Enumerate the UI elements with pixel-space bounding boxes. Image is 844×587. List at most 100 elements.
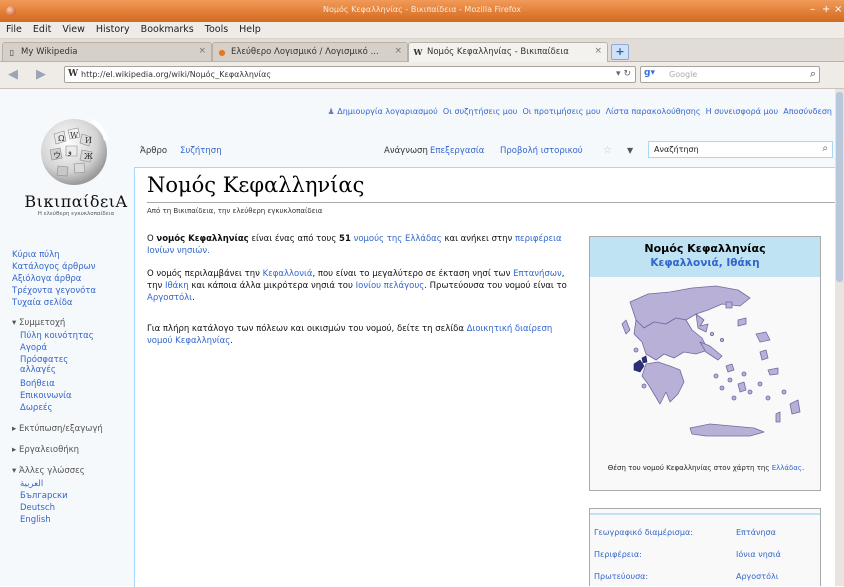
tab-article[interactable]: Άρθρο bbox=[140, 146, 167, 156]
map-corfu bbox=[621, 319, 631, 335]
close-tab-icon[interactable]: × bbox=[198, 46, 206, 56]
personal-link-preferences[interactable]: Οι προτιμήσεις μου bbox=[523, 107, 601, 116]
link-greece[interactable]: της Ελλάδας bbox=[387, 234, 442, 244]
sidebar-lang-english[interactable]: English bbox=[20, 515, 51, 525]
tab-kefallinia[interactable]: W Νομός Κεφαλληνίας - Βικιπαίδεια × bbox=[408, 42, 608, 62]
sidebar-item-help[interactable]: Βοήθεια bbox=[20, 379, 55, 389]
svg-text:ウ: ウ bbox=[53, 151, 61, 160]
map-rhodes bbox=[789, 399, 801, 415]
map-naxos bbox=[737, 381, 747, 393]
map-crete bbox=[689, 423, 765, 437]
link-ionian-sea[interactable]: Ιονίου πελάγους bbox=[356, 281, 425, 291]
search-bar[interactable]: g▾ Google ⌕ bbox=[640, 66, 820, 83]
bold-number: 51 bbox=[339, 234, 351, 244]
infobox-value-periphery[interactable]: Ιόνια νησιά bbox=[736, 550, 781, 559]
personal-link-watchlist[interactable]: Λίστα παρακολούθησης bbox=[606, 107, 701, 116]
map-island bbox=[765, 395, 771, 401]
infobox-label-capital[interactable]: Πρωτεύουσα: bbox=[594, 572, 648, 581]
infobox-header: Νομός Κεφαλληνίας Κεφαλλονιά, Ιθάκη bbox=[590, 237, 820, 277]
sidebar-item-random[interactable]: Τυχαία σελίδα bbox=[12, 298, 73, 308]
menu-tools[interactable]: Tools bbox=[199, 22, 233, 35]
menu-view[interactable]: View bbox=[56, 22, 90, 35]
minimize-icon[interactable]: – bbox=[810, 4, 815, 15]
user-icon: ♟ bbox=[327, 107, 335, 116]
map-island bbox=[757, 381, 763, 387]
sidebar-item-recent-changes[interactable]: Πρόσφατες αλλαγές bbox=[20, 355, 80, 375]
sidebar-section-print[interactable]: ▸ Εκτύπωση/εξαγωγή bbox=[12, 424, 103, 434]
infobox-label-periphery[interactable]: Περιφέρεια: bbox=[594, 550, 642, 559]
map-caption: Θέση του νομού Κεφαλληνίας στον χάρτη τη… bbox=[596, 463, 816, 474]
sidebar-section-label: Εργαλειοθήκη bbox=[18, 445, 80, 455]
reload-icon[interactable]: ↻ bbox=[623, 69, 631, 79]
close-tab-icon[interactable]: × bbox=[394, 46, 402, 56]
sidebar-item-contact[interactable]: Επικοινωνία bbox=[20, 391, 72, 401]
personal-link-contributions[interactable]: Η συνεισφορά μου bbox=[706, 107, 779, 116]
sidebar-section-languages[interactable]: ▾ Άλλες γλώσσες bbox=[12, 466, 85, 476]
link-ithaca[interactable]: Ιθάκη bbox=[165, 281, 189, 291]
search-icon[interactable]: ⌕ bbox=[822, 143, 828, 154]
link-argostoli[interactable]: Αργοστόλι bbox=[147, 293, 192, 303]
sidebar-lang-german[interactable]: Deutsch bbox=[20, 503, 55, 513]
forward-arrow-icon[interactable]: ▶ bbox=[36, 67, 46, 82]
link-eptanisa[interactable]: Επτανήσων bbox=[513, 269, 562, 279]
greece-locator-map[interactable] bbox=[600, 280, 812, 450]
search-icon[interactable]: ⌕ bbox=[810, 67, 816, 81]
link-prefectures[interactable]: νομούς bbox=[354, 234, 384, 244]
sidebar-section-interaction[interactable]: ▾ Συμμετοχή bbox=[12, 318, 65, 328]
personal-link-logout[interactable]: Αποσύνδεση bbox=[783, 107, 832, 116]
text: . bbox=[230, 336, 233, 346]
new-tab-icon[interactable]: + bbox=[611, 44, 629, 60]
tab-read[interactable]: Ανάγνωση bbox=[384, 146, 428, 156]
map-samos bbox=[767, 367, 779, 376]
text: . bbox=[802, 464, 805, 472]
sidebar-lang-bulgarian[interactable]: Български bbox=[20, 491, 68, 501]
tab-edit[interactable]: Επεξεργασία bbox=[430, 146, 484, 156]
close-window-icon[interactable]: × bbox=[834, 4, 842, 15]
map-island bbox=[719, 385, 725, 391]
window-title-bar: Νομός Κεφαλληνίας - Βικιπαίδεια - Mozill… bbox=[0, 0, 844, 22]
sidebar-item-village-pump[interactable]: Αγορά bbox=[20, 343, 47, 353]
infobox-value-region[interactable]: Επτάνησα bbox=[736, 528, 776, 537]
maximize-icon[interactable]: + bbox=[822, 4, 830, 15]
wiki-search-input[interactable]: Αναζήτηση ⌕ bbox=[648, 141, 833, 158]
paragraph-islands: Ο νομός περιλαμβάνει την Κεφαλλονιά, που… bbox=[147, 268, 579, 304]
watch-star-icon[interactable]: ☆ bbox=[603, 145, 612, 156]
tab-free-software[interactable]: ● Ελεύθερο Λογισμικό / Λογισμικό ... × bbox=[212, 42, 408, 61]
sidebar-item-featured[interactable]: Αξιόλογα άρθρα bbox=[12, 274, 81, 284]
scrollbar-thumb[interactable] bbox=[836, 92, 843, 282]
url-bar[interactable]: W http://el.wikipedia.org/wiki/Νομός_Κεφ… bbox=[64, 66, 636, 83]
close-tab-icon[interactable]: × bbox=[594, 46, 602, 56]
dropdown-arrow-icon[interactable]: ▾ bbox=[616, 69, 621, 79]
infobox-subtitle[interactable]: Κεφαλλονιά, Ιθάκη bbox=[590, 257, 820, 269]
back-arrow-icon[interactable]: ◀ bbox=[8, 67, 18, 82]
sidebar-section-toolbox[interactable]: ▸ Εργαλειοθήκη bbox=[12, 445, 79, 455]
menu-bookmarks[interactable]: Bookmarks bbox=[135, 22, 199, 35]
tab-label: Ελεύθερο Λογισμικό / Λογισμικό ... bbox=[231, 47, 379, 57]
menu-help[interactable]: Help bbox=[233, 22, 266, 35]
sidebar-item-main-page[interactable]: Κύρια πύλη bbox=[12, 250, 60, 260]
wikipedia-globe-logo[interactable]: Ω WИ ﻭウ Ж bbox=[32, 112, 116, 188]
google-icon[interactable]: g▾ bbox=[644, 68, 655, 78]
menu-file[interactable]: File bbox=[0, 22, 27, 35]
sidebar-item-donations[interactable]: Δωρεές bbox=[20, 403, 53, 413]
map-island bbox=[731, 395, 737, 401]
tab-talk[interactable]: Συζήτηση bbox=[180, 146, 222, 156]
sidebar-item-index[interactable]: Κατάλογος άρθρων bbox=[12, 262, 96, 272]
link-kefalonia[interactable]: Κεφαλλονιά bbox=[263, 269, 313, 279]
tab-history[interactable]: Προβολή ιστορικού bbox=[500, 146, 583, 156]
menu-history[interactable]: History bbox=[90, 22, 135, 35]
infobox-label-region[interactable]: Γεωγραφικό διαμέρισμα: bbox=[594, 528, 693, 537]
sidebar-lang-arabic[interactable]: العربية bbox=[20, 479, 43, 489]
personal-link-create-account[interactable]: Δημιουργία λογαριασμού bbox=[337, 107, 438, 116]
more-dropdown-icon[interactable]: ▼ bbox=[627, 146, 633, 155]
wikipedia-w-icon: W bbox=[68, 69, 79, 79]
tab-my-wikipedia[interactable]: ▯ My Wikipedia × bbox=[2, 42, 212, 61]
menu-edit[interactable]: Edit bbox=[27, 22, 56, 35]
sidebar-item-current-events[interactable]: Τρέχοντα γεγονότα bbox=[12, 286, 96, 296]
sidebar-item-portal[interactable]: Πύλη κοινότητας bbox=[20, 331, 94, 341]
map-island bbox=[781, 389, 787, 395]
personal-link-talk[interactable]: Οι συζητήσεις μου bbox=[443, 107, 518, 116]
link-greece[interactable]: Ελλάδας bbox=[772, 464, 802, 472]
infobox-value-capital[interactable]: Αργοστόλι bbox=[736, 572, 778, 581]
infobox-title: Νομός Κεφαλληνίας bbox=[644, 242, 766, 255]
